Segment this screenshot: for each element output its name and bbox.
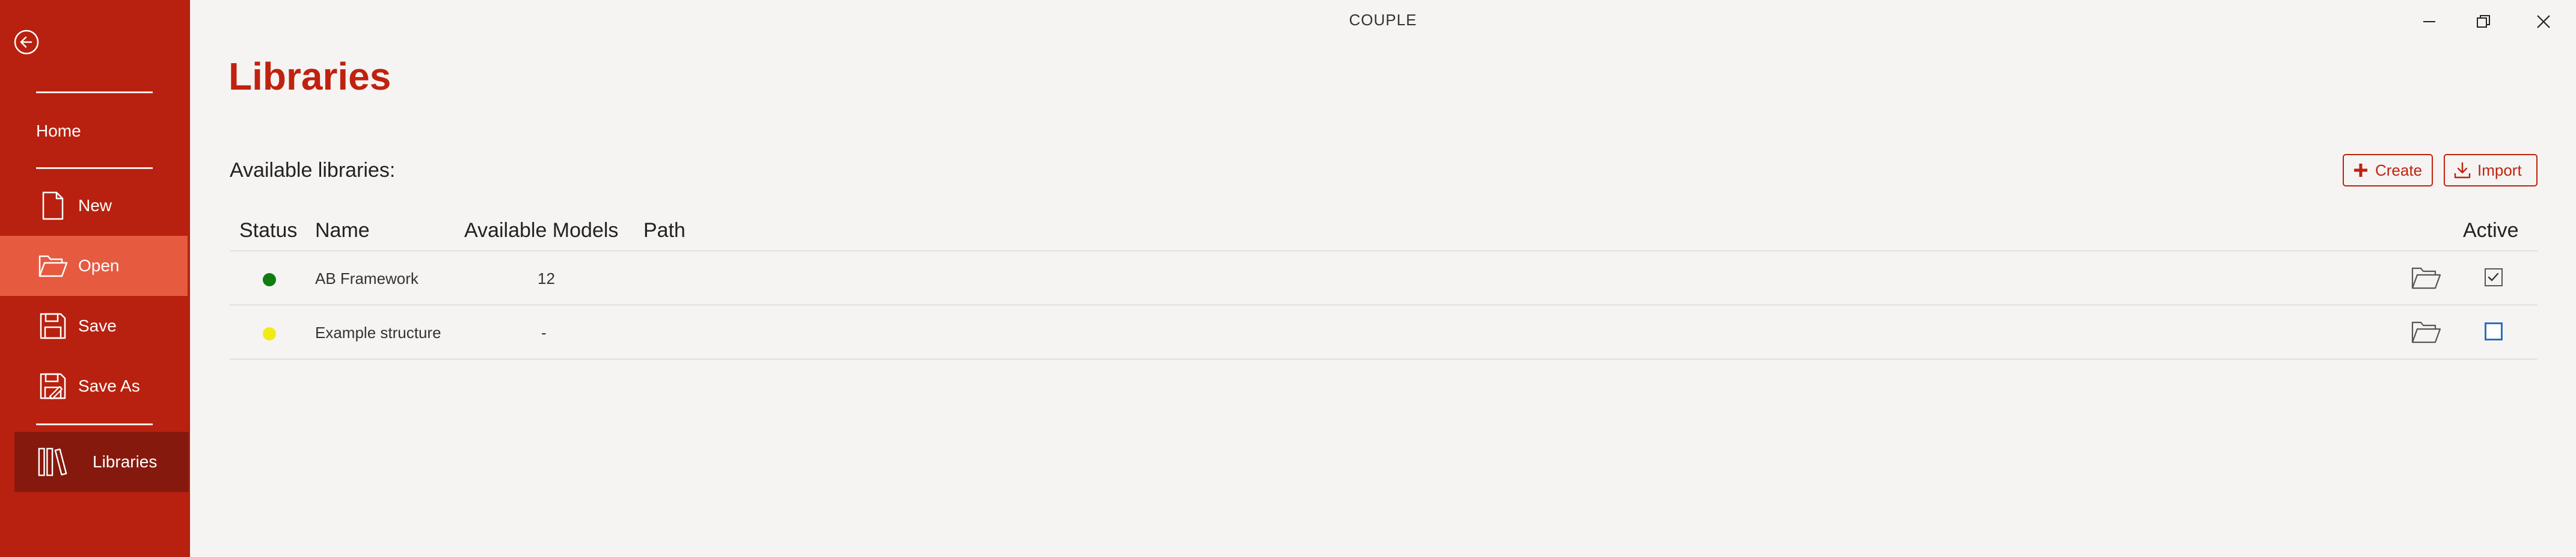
sidebar-divider	[36, 91, 153, 93]
column-header-status: Status	[239, 219, 298, 242]
available-models-count: 12	[538, 269, 555, 288]
library-name: AB Framework	[315, 269, 419, 288]
folder-open-icon	[37, 250, 69, 282]
sidebar-item-label: New	[78, 196, 112, 215]
close-icon	[2537, 15, 2550, 28]
sidebar-divider	[36, 423, 153, 425]
library-name: Example structure	[315, 324, 441, 342]
create-button[interactable]: Create	[2343, 154, 2433, 186]
sidebar: Home New Open Save Save As Libraries	[0, 0, 190, 557]
libraries-icon	[37, 446, 69, 478]
back-arrow-icon	[14, 29, 39, 55]
restore-button[interactable]	[2459, 6, 2507, 37]
sidebar-item-label: Save	[78, 316, 117, 335]
sidebar-item-save-as[interactable]: Save As	[0, 356, 188, 416]
column-header-path: Path	[643, 219, 685, 242]
restore-icon	[2477, 15, 2490, 28]
column-header-name: Name	[315, 219, 370, 242]
sidebar-item-save[interactable]: Save	[0, 296, 188, 356]
window-title: COUPLE	[1349, 11, 1417, 29]
column-header-active: Active	[2463, 219, 2519, 242]
sidebar-item-libraries[interactable]: Libraries	[14, 432, 189, 492]
status-indicator	[263, 327, 276, 340]
table-row[interactable]: Example structure -	[230, 306, 2538, 360]
sidebar-item-label: Save As	[78, 377, 140, 395]
sidebar-item-label: Open	[78, 256, 120, 275]
browse-folder-button[interactable]	[2410, 265, 2443, 291]
available-libraries-label: Available libraries:	[230, 159, 396, 182]
table-header: Status Name Available Models Path Active	[230, 217, 2538, 251]
save-icon	[37, 310, 69, 342]
sidebar-item-home[interactable]: Home	[0, 101, 188, 161]
save-as-icon	[37, 371, 69, 402]
folder-open-icon	[2411, 267, 2441, 289]
minimize-icon	[2423, 21, 2435, 22]
minimize-button[interactable]	[2405, 6, 2453, 37]
import-button-label: Import	[2477, 161, 2522, 179]
new-file-icon	[37, 190, 69, 221]
active-checkbox[interactable]	[2485, 268, 2503, 286]
import-button[interactable]: Import	[2444, 154, 2538, 186]
back-button[interactable]	[13, 29, 40, 55]
checkmark-icon	[2488, 272, 2499, 282]
browse-folder-button[interactable]	[2410, 319, 2443, 345]
active-checkbox[interactable]	[2485, 322, 2503, 340]
sidebar-item-label: Home	[36, 122, 81, 140]
available-models-count: -	[541, 324, 547, 342]
sidebar-item-new[interactable]: New	[0, 176, 188, 236]
sidebar-divider	[36, 167, 153, 169]
status-indicator	[263, 273, 276, 286]
libraries-table: Status Name Available Models Path Active…	[230, 217, 2538, 360]
page-title: Libraries	[228, 55, 391, 98]
table-row[interactable]: AB Framework 12	[230, 251, 2538, 306]
sidebar-item-open[interactable]: Open	[0, 236, 188, 296]
close-button[interactable]	[2519, 6, 2568, 37]
column-header-available-models: Available Models	[464, 219, 619, 242]
create-button-label: Create	[2375, 161, 2423, 179]
folder-open-icon	[2411, 321, 2441, 343]
plus-icon	[2354, 164, 2367, 177]
sidebar-item-label: Libraries	[93, 452, 158, 471]
download-icon	[2454, 162, 2471, 179]
